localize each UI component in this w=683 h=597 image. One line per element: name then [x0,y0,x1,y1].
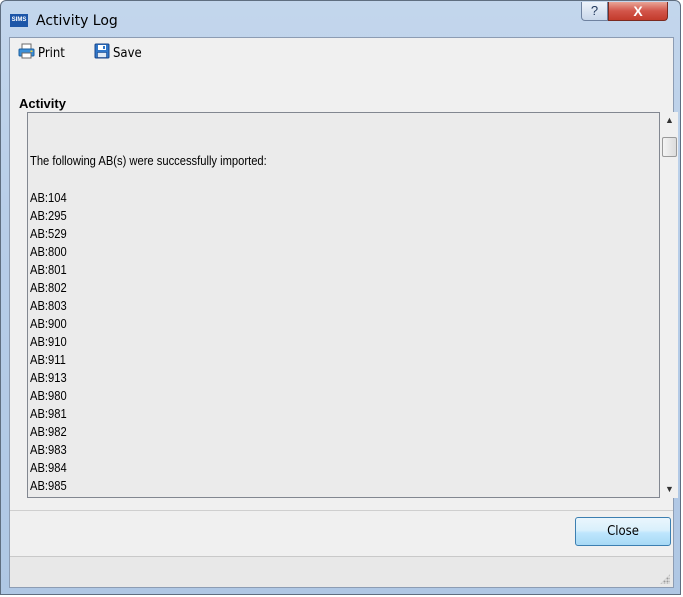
resize-grip-icon[interactable] [660,574,670,584]
print-button[interactable]: Print [18,43,65,63]
dialog-body: Print Save Activity The following AB(s) … [9,37,678,588]
help-button[interactable]: ? [581,2,608,21]
list-item: AB:911 [30,352,66,367]
arrow-up-icon[interactable]: ▲ [661,112,678,129]
list-item: AB:980 [30,388,67,403]
close-button[interactable]: Close [575,517,671,546]
activity-log-window: SIMS Activity Log ? X Print Save Activit… [0,0,681,595]
list-item: AB:910 [30,334,67,349]
import-message: The following AB(s) were successfully im… [30,153,267,168]
list-item: AB:529 [30,226,67,241]
activity-heading: Activity [19,96,66,111]
list-item: AB:803 [30,298,67,313]
list-item: AB:985 [30,478,67,493]
window-close-button[interactable]: X [608,2,668,21]
activity-log-textbox[interactable]: The following AB(s) were successfully im… [27,112,660,498]
list-item: AB:981 [30,406,67,421]
list-item: AB:982 [30,424,67,439]
log-content: The following AB(s) were successfully im… [30,152,563,495]
sims-app-icon: SIMS [10,14,28,27]
list-item: AB:801 [30,262,67,277]
list-item: AB:913 [30,370,67,385]
print-label: Print [38,45,65,61]
list-item: AB:104 [30,190,67,205]
list-item: AB:984 [30,460,67,475]
list-item: AB:800 [30,244,67,259]
status-bar [10,556,673,587]
printer-icon [18,43,38,63]
vertical-scrollbar[interactable]: ▲ ▼ [661,112,678,498]
list-item: AB:802 [30,280,67,295]
save-button[interactable]: Save [94,43,142,63]
arrow-down-icon[interactable]: ▼ [661,481,678,498]
footer-divider [10,510,673,511]
window-title: Activity Log [36,13,118,29]
scroll-thumb[interactable] [662,137,677,157]
floppy-disk-icon [94,43,113,63]
save-label: Save [113,45,142,61]
imported-list: AB:104 AB:295 AB:529 AB:800 AB:801 AB:802 AB:8… [30,189,563,495]
list-item: AB:900 [30,316,67,331]
toolbar: Print Save [10,38,673,68]
list-item: AB:295 [30,208,67,223]
list-item: AB:983 [30,442,67,457]
title-bar[interactable]: SIMS Activity Log ? X [1,1,680,37]
